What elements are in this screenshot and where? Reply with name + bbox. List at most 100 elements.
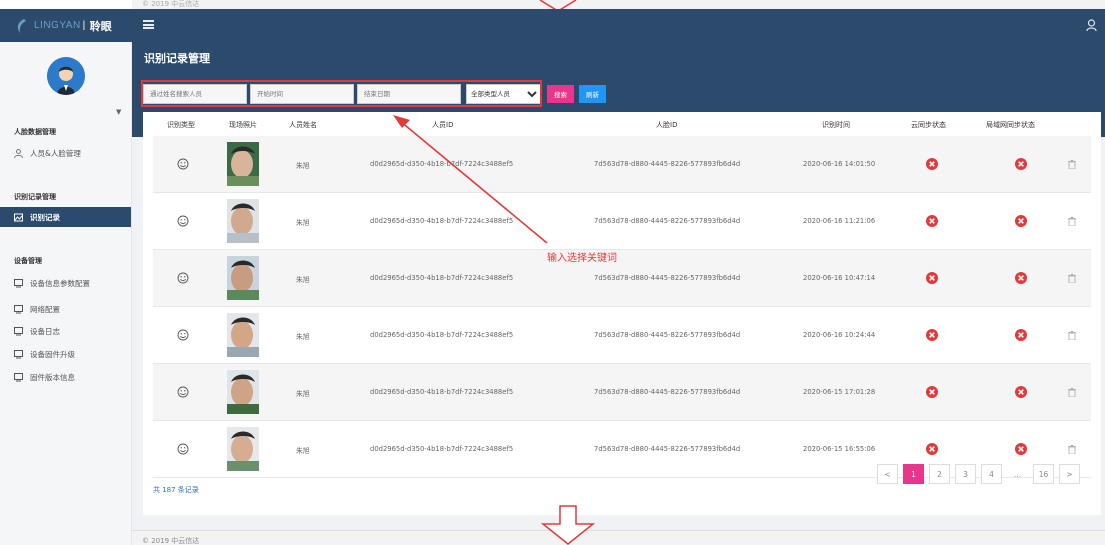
trash-icon[interactable] <box>1068 217 1076 228</box>
person-name: 朱旭 <box>296 162 310 170</box>
trash-icon[interactable] <box>1068 160 1076 171</box>
recognition-time: 2020-06-15 17:01:28 <box>803 388 876 396</box>
smile-icon <box>177 215 189 229</box>
recognition-time: 2020-06-15 16:55:06 <box>803 445 876 453</box>
lan-sync-failed-icon <box>1015 272 1027 286</box>
highlight-box-annotation <box>141 80 542 107</box>
table-row[interactable]: 朱旭 d0d2965d-d350-4b18-b7df-7224c3488ef5 7d… <box>153 364 1091 421</box>
sidebar-item-network[interactable]: 网络配置 <box>0 299 131 319</box>
table-row[interactable]: 朱旭 d0d2965d-d350-4b18-b7df-7224c3488ef5 7d… <box>153 136 1091 193</box>
group-face-data: 人脸数据管理 <box>14 128 56 136</box>
next-page-button[interactable]: > <box>1059 464 1080 484</box>
col-face-id: 人脸ID <box>656 121 678 129</box>
user-icon[interactable] <box>1086 19 1097 31</box>
person-name: 朱旭 <box>296 333 310 341</box>
logo-cn: 聆眼 <box>89 19 112 33</box>
logo-icon <box>17 18 26 33</box>
trash-icon[interactable] <box>1068 445 1076 456</box>
total-records: 共 187 条记录 <box>153 486 199 494</box>
face-id: 7d563d78-d880-4445-8226-577893fb6d4d <box>594 331 741 339</box>
group-devices: 设备管理 <box>14 257 42 265</box>
sidebar-item-device-log[interactable]: 设备日志 <box>0 321 131 341</box>
copyright-top: © 2019 中云信达 <box>142 0 200 8</box>
sidebar-item-label: 设备信息参数配置 <box>30 278 90 288</box>
recognition-time: 2020-06-16 10:47:14 <box>803 274 876 282</box>
sidebar-item-label: 人员&人脸管理 <box>30 148 81 158</box>
face-id: 7d563d78-d880-4445-8226-577893fb6d4d <box>594 445 741 453</box>
sidebar-item-device-config[interactable]: 设备信息参数配置 <box>0 273 131 293</box>
col-photo: 现场照片 <box>229 121 257 129</box>
records-card: 识别类型 现场照片 人员姓名 人员ID 人脸ID 识别时间 云同步状态 局域网同… <box>143 112 1101 515</box>
sidebar-item-firmware-upgrade[interactable]: 设备固件升级 <box>0 344 131 364</box>
page-3-button[interactable]: 3 <box>955 464 976 484</box>
scene-photo[interactable] <box>227 427 259 473</box>
trash-icon[interactable] <box>1068 388 1076 399</box>
annotation-text: 输入选择关键词 <box>547 253 617 264</box>
sidebar-item-person-face[interactable]: 人员&人脸管理 <box>0 143 131 163</box>
person-name: 朱旭 <box>296 390 310 398</box>
face-id: 7d563d78-d880-4445-8226-577893fb6d4d <box>594 388 741 396</box>
person-name: 朱旭 <box>296 447 310 455</box>
sidebar-item-label: 设备日志 <box>30 326 60 336</box>
lan-sync-failed-icon <box>1015 329 1027 343</box>
sidebar: ▼ 人脸数据管理 人员&人脸管理 识别记录管理 识别记录 设备管理 设备信息参数… <box>0 42 132 545</box>
smile-icon <box>177 443 189 457</box>
lan-sync-failed-icon <box>1015 386 1027 400</box>
col-time: 识别时间 <box>822 121 850 129</box>
page-4-button[interactable]: 4 <box>981 464 1002 484</box>
person-name: 朱旭 <box>296 219 310 227</box>
scene-photo[interactable] <box>227 370 259 416</box>
refresh-button[interactable]: 刷新 <box>579 85 606 103</box>
menu-toggle-icon[interactable] <box>143 20 154 29</box>
scene-photo[interactable] <box>227 313 259 359</box>
sidebar-item-label: 固件版本信息 <box>30 372 75 382</box>
prev-page-button[interactable]: < <box>877 464 898 484</box>
col-lan-sync: 局域网同步状态 <box>986 121 1035 129</box>
recognition-time: 2020-06-16 10:24:44 <box>803 331 876 339</box>
sidebar-item-records[interactable]: 识别记录 <box>0 207 131 227</box>
scene-photo[interactable] <box>227 142 259 188</box>
logo-text: LINGYAN <box>34 20 81 31</box>
table-row[interactable]: 朱旭 d0d2965d-d350-4b18-b7df-7224c3488ef5 7d… <box>153 250 1091 307</box>
group-records: 识别记录管理 <box>14 193 56 201</box>
person-icon <box>14 148 23 158</box>
page-16-button[interactable]: 16 <box>1033 464 1054 484</box>
scene-photo[interactable] <box>227 256 259 302</box>
avatar[interactable] <box>47 57 85 95</box>
search-button[interactable]: 搜索 <box>547 85 574 103</box>
cloud-sync-failed-icon <box>926 215 938 229</box>
page-title: 识别记录管理 <box>144 52 210 65</box>
sidebar-item-firmware-version[interactable]: 固件版本信息 <box>0 367 131 387</box>
image-icon <box>14 213 23 221</box>
monitor-icon <box>14 326 23 335</box>
col-recognition-type: 识别类型 <box>167 121 195 129</box>
app-logo[interactable]: LINGYAN | 聆眼 <box>0 9 132 42</box>
cloud-sync-failed-icon <box>926 329 938 343</box>
person-id: d0d2965d-d350-4b18-b7df-7224c3488ef5 <box>370 388 514 396</box>
scene-photo[interactable] <box>227 199 259 245</box>
trash-icon[interactable] <box>1068 274 1076 285</box>
face-id: 7d563d78-d880-4445-8226-577893fb6d4d <box>594 274 741 282</box>
smile-icon <box>177 386 189 400</box>
col-person-id: 人员ID <box>432 121 454 129</box>
table-row[interactable]: 朱旭 d0d2965d-d350-4b18-b7df-7224c3488ef5 7d… <box>153 307 1091 364</box>
lan-sync-failed-icon <box>1015 158 1027 172</box>
person-id: d0d2965d-d350-4b18-b7df-7224c3488ef5 <box>370 274 514 282</box>
page-2-button[interactable]: 2 <box>929 464 950 484</box>
smile-icon <box>177 158 189 172</box>
copyright-footer: © 2019 中云信达 <box>142 537 200 545</box>
footer: © 2019 中云信达 <box>132 530 1105 545</box>
recognition-time: 2020-06-16 11:21:06 <box>803 217 876 225</box>
sidebar-item-label: 识别记录 <box>30 212 60 222</box>
page-1-button[interactable]: 1 <box>903 464 924 484</box>
table-header: 识别类型 现场照片 人员姓名 人员ID 人脸ID 识别时间 云同步状态 局域网同… <box>143 120 1101 136</box>
trash-icon[interactable] <box>1068 331 1076 342</box>
cloud-sync-failed-icon <box>926 386 938 400</box>
smile-icon <box>177 329 189 343</box>
down-arrow-annotation <box>540 505 596 545</box>
monitor-icon <box>14 372 23 381</box>
avatar-dropdown-icon[interactable]: ▼ <box>116 108 121 116</box>
table-row[interactable]: 朱旭 d0d2965d-d350-4b18-b7df-7224c3488ef5 7d… <box>153 193 1091 250</box>
monitor-icon <box>14 304 23 313</box>
person-id: d0d2965d-d350-4b18-b7df-7224c3488ef5 <box>370 217 514 225</box>
